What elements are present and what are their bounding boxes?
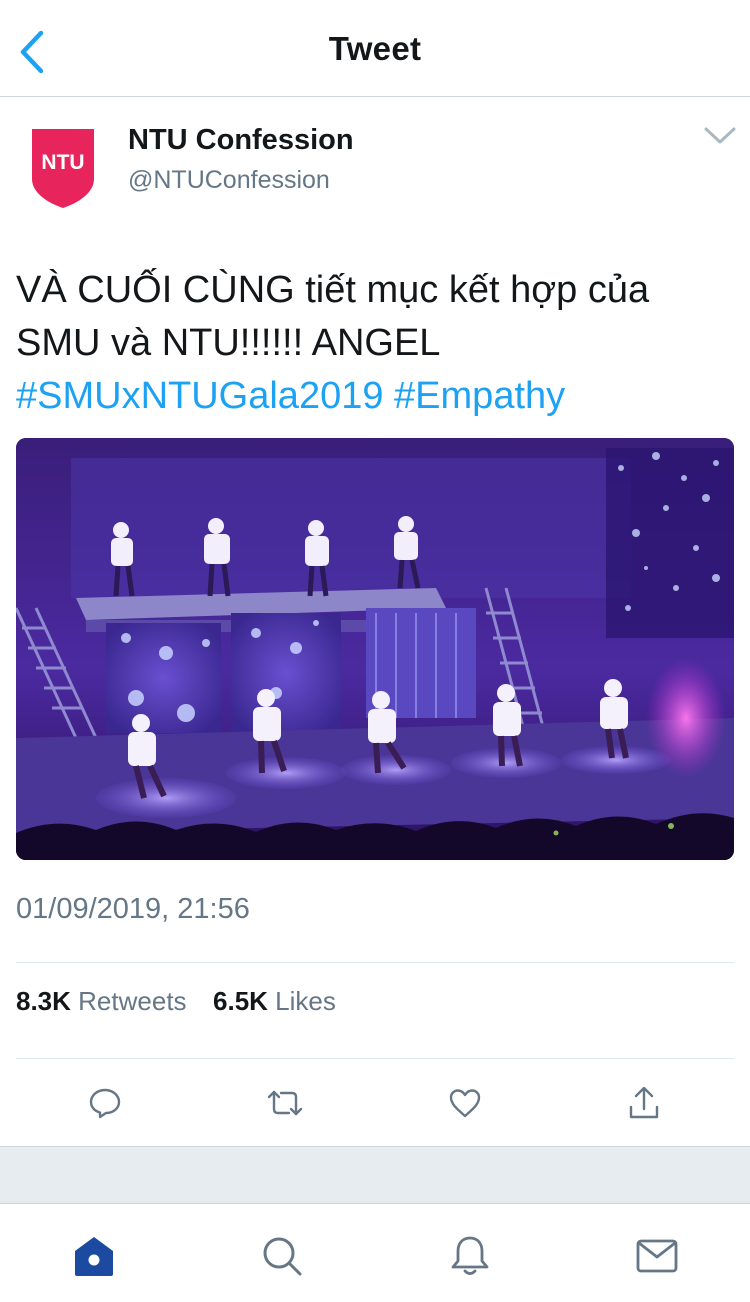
retweets-stat[interactable]: 8.3K Retweets bbox=[16, 986, 194, 1016]
tab-notifications[interactable] bbox=[442, 1228, 498, 1284]
tweet-text-line: SMU và NTU!!!!!! ANGEL bbox=[16, 322, 441, 364]
page-title: Tweet bbox=[328, 30, 422, 67]
share-button[interactable] bbox=[619, 1078, 669, 1128]
retweets-label: Retweets bbox=[78, 986, 187, 1016]
likes-count: 6.5K bbox=[213, 986, 268, 1016]
tab-home[interactable] bbox=[66, 1228, 122, 1284]
like-button[interactable] bbox=[440, 1078, 490, 1128]
author-name[interactable]: NTU Confession bbox=[128, 124, 354, 157]
retweet-button[interactable] bbox=[260, 1078, 310, 1128]
hashtag-link[interactable]: #SMUxNTUGala2019 bbox=[16, 375, 383, 417]
author-handle[interactable]: @NTUConfession bbox=[128, 166, 330, 195]
avatar[interactable]: NTU bbox=[32, 129, 94, 209]
tweet-options-button[interactable] bbox=[700, 118, 740, 154]
reply-button[interactable] bbox=[80, 1078, 130, 1128]
retweets-count: 8.3K bbox=[16, 986, 71, 1016]
likes-stat[interactable]: 6.5K Likes bbox=[213, 986, 336, 1016]
engagement-stats: 8.3K Retweets 6.5K Likes bbox=[16, 986, 336, 1017]
chevron-down-icon bbox=[704, 127, 736, 144]
share-icon bbox=[629, 1086, 659, 1119]
tab-search[interactable] bbox=[254, 1228, 310, 1284]
messages-icon bbox=[636, 1239, 678, 1273]
tab-messages[interactable] bbox=[629, 1228, 685, 1284]
notifications-icon bbox=[451, 1236, 489, 1275]
avatar-logo-text: NTU bbox=[41, 151, 84, 174]
tweet-text: VÀ CUỐI CÙNG tiết mục kết hợp của SMU và… bbox=[16, 264, 736, 423]
tweet-text-line: VÀ CUỐI CÙNG tiết mục kết hợp của bbox=[16, 269, 650, 311]
tweet-timestamp: 01/09/2019, 21:56 bbox=[16, 893, 250, 925]
divider bbox=[16, 962, 734, 963]
tweet-media-image[interactable] bbox=[16, 438, 734, 860]
section-separator bbox=[0, 1146, 750, 1204]
hashtag-link[interactable]: #Empathy bbox=[394, 375, 565, 417]
top-nav-bar: Tweet bbox=[0, 0, 750, 97]
divider bbox=[16, 1058, 734, 1059]
reply-icon bbox=[89, 1088, 121, 1119]
like-icon bbox=[449, 1089, 481, 1118]
bottom-tab-bar bbox=[0, 1204, 750, 1302]
likes-label: Likes bbox=[275, 986, 336, 1016]
search-icon bbox=[263, 1237, 302, 1276]
home-icon bbox=[75, 1237, 113, 1276]
retweet-icon bbox=[267, 1090, 303, 1116]
